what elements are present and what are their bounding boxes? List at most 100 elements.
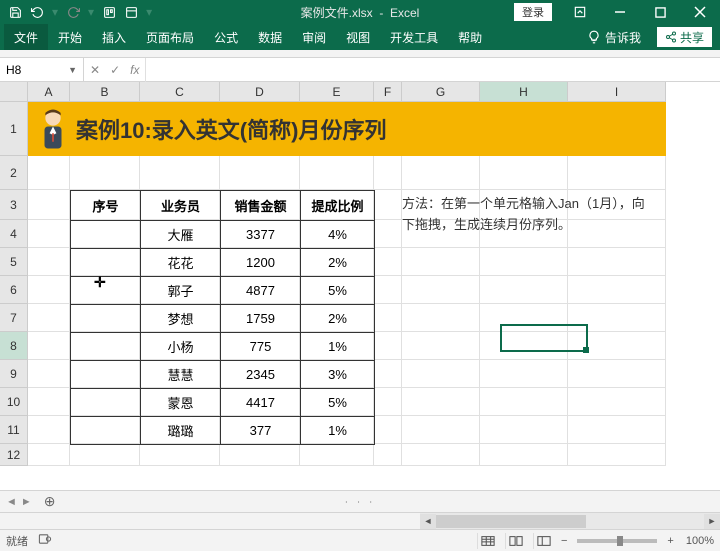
cell[interactable] bbox=[70, 444, 140, 466]
macro-record-icon[interactable] bbox=[38, 532, 52, 549]
cell[interactable] bbox=[480, 444, 568, 466]
cell[interactable] bbox=[402, 304, 480, 332]
close-icon[interactable] bbox=[680, 0, 720, 24]
table-cell[interactable]: 5% bbox=[301, 389, 375, 417]
cell[interactable] bbox=[402, 388, 480, 416]
cell[interactable] bbox=[568, 416, 666, 444]
cell[interactable] bbox=[402, 276, 480, 304]
tab-home[interactable]: 开始 bbox=[48, 24, 92, 50]
cell[interactable] bbox=[374, 388, 402, 416]
horizontal-scrollbar[interactable]: ◄ ► bbox=[0, 512, 720, 529]
table-cell[interactable]: 3377 bbox=[221, 221, 301, 249]
cell[interactable] bbox=[28, 156, 70, 190]
row-header-7[interactable]: 7 bbox=[0, 304, 28, 332]
table-cell[interactable]: 1% bbox=[301, 333, 375, 361]
table-header[interactable]: 提成比例 bbox=[301, 191, 375, 221]
cell[interactable] bbox=[28, 220, 70, 248]
row-header-1[interactable]: 1 bbox=[0, 102, 28, 156]
zoom-level[interactable]: 100% bbox=[686, 535, 714, 547]
table-cell[interactable] bbox=[71, 417, 141, 445]
row-header-12[interactable]: 12 bbox=[0, 444, 28, 466]
qat-dropdown-icon[interactable]: ▾ bbox=[146, 5, 152, 19]
zoom-thumb[interactable] bbox=[617, 536, 623, 546]
cell[interactable] bbox=[480, 276, 568, 304]
share-button[interactable]: 共享 bbox=[657, 27, 712, 47]
row-header-8[interactable]: 8 bbox=[0, 332, 28, 360]
table-cell[interactable] bbox=[71, 333, 141, 361]
cell[interactable] bbox=[568, 276, 666, 304]
accept-formula-icon[interactable]: ✓ bbox=[110, 63, 120, 77]
cell[interactable] bbox=[480, 360, 568, 388]
table-cell[interactable] bbox=[71, 361, 141, 389]
cell[interactable] bbox=[70, 156, 140, 190]
table-cell[interactable]: 蒙恩 bbox=[141, 389, 221, 417]
row-header-10[interactable]: 10 bbox=[0, 388, 28, 416]
view-page-layout-icon[interactable] bbox=[505, 533, 527, 549]
cell[interactable] bbox=[480, 248, 568, 276]
cell[interactable] bbox=[568, 444, 666, 466]
minimize-icon[interactable] bbox=[600, 0, 640, 24]
cell[interactable] bbox=[402, 156, 480, 190]
table-header[interactable]: 业务员 bbox=[141, 191, 221, 221]
col-header-G[interactable]: G bbox=[402, 82, 480, 102]
qat-custom-1-icon[interactable] bbox=[100, 3, 118, 21]
row-header-6[interactable]: 6 bbox=[0, 276, 28, 304]
sheet-overflow-icon[interactable]: ∙ ∙ ∙ bbox=[345, 496, 375, 508]
cell[interactable] bbox=[374, 276, 402, 304]
table-cell[interactable]: 3% bbox=[301, 361, 375, 389]
cell[interactable] bbox=[140, 156, 220, 190]
sheet-prev-icon[interactable]: ◄ bbox=[6, 496, 17, 508]
select-all-corner[interactable] bbox=[0, 82, 28, 102]
cell[interactable] bbox=[568, 360, 666, 388]
tab-layout[interactable]: 页面布局 bbox=[136, 24, 204, 50]
cell[interactable] bbox=[300, 444, 374, 466]
row-header-3[interactable]: 3 bbox=[0, 190, 28, 220]
cell[interactable] bbox=[374, 190, 402, 220]
scroll-left-icon[interactable]: ◄ bbox=[420, 514, 436, 529]
cell[interactable] bbox=[374, 332, 402, 360]
view-page-break-icon[interactable] bbox=[533, 533, 555, 549]
cell[interactable] bbox=[374, 248, 402, 276]
col-header-F[interactable]: F bbox=[374, 82, 402, 102]
add-sheet-icon[interactable]: ⊕ bbox=[38, 493, 62, 510]
tell-me[interactable]: 告诉我 bbox=[577, 24, 651, 50]
col-header-H[interactable]: H bbox=[480, 82, 568, 102]
table-cell[interactable]: 2% bbox=[301, 305, 375, 333]
tab-developer[interactable]: 开发工具 bbox=[380, 24, 448, 50]
table-cell[interactable]: 5% bbox=[301, 277, 375, 305]
tab-review[interactable]: 审阅 bbox=[292, 24, 336, 50]
login-button[interactable]: 登录 bbox=[514, 3, 552, 21]
cell[interactable] bbox=[28, 360, 70, 388]
col-header-E[interactable]: E bbox=[300, 82, 374, 102]
cell[interactable] bbox=[402, 360, 480, 388]
scroll-thumb[interactable] bbox=[436, 515, 586, 528]
cell[interactable] bbox=[480, 388, 568, 416]
table-cell[interactable]: 2% bbox=[301, 249, 375, 277]
zoom-out-icon[interactable]: − bbox=[561, 535, 567, 547]
col-header-I[interactable]: I bbox=[568, 82, 666, 102]
ribbon-options-icon[interactable] bbox=[560, 0, 600, 24]
tab-data[interactable]: 数据 bbox=[248, 24, 292, 50]
table-cell[interactable]: 梦想 bbox=[141, 305, 221, 333]
row-header-5[interactable]: 5 bbox=[0, 248, 28, 276]
cell[interactable] bbox=[402, 416, 480, 444]
table-cell[interactable]: 花花 bbox=[141, 249, 221, 277]
sheet-next-icon[interactable]: ► bbox=[21, 496, 32, 508]
save-icon[interactable] bbox=[6, 3, 24, 21]
table-cell[interactable] bbox=[71, 305, 141, 333]
cell[interactable] bbox=[28, 276, 70, 304]
table-cell[interactable]: 大雁 bbox=[141, 221, 221, 249]
cell[interactable] bbox=[568, 304, 666, 332]
cell[interactable] bbox=[568, 388, 666, 416]
table-cell[interactable]: 小杨 bbox=[141, 333, 221, 361]
worksheet-grid[interactable]: ABCDEFGHI 123456789101112 案例10:录入英文(简称)月… bbox=[0, 82, 720, 490]
cell[interactable] bbox=[28, 304, 70, 332]
redo-icon[interactable] bbox=[64, 3, 82, 21]
table-cell[interactable]: 郭子 bbox=[141, 277, 221, 305]
cell[interactable] bbox=[480, 332, 568, 360]
table-cell[interactable]: 慧慧 bbox=[141, 361, 221, 389]
table-cell[interactable] bbox=[71, 249, 141, 277]
cell[interactable] bbox=[374, 220, 402, 248]
cell[interactable] bbox=[402, 332, 480, 360]
table-cell[interactable]: 4417 bbox=[221, 389, 301, 417]
